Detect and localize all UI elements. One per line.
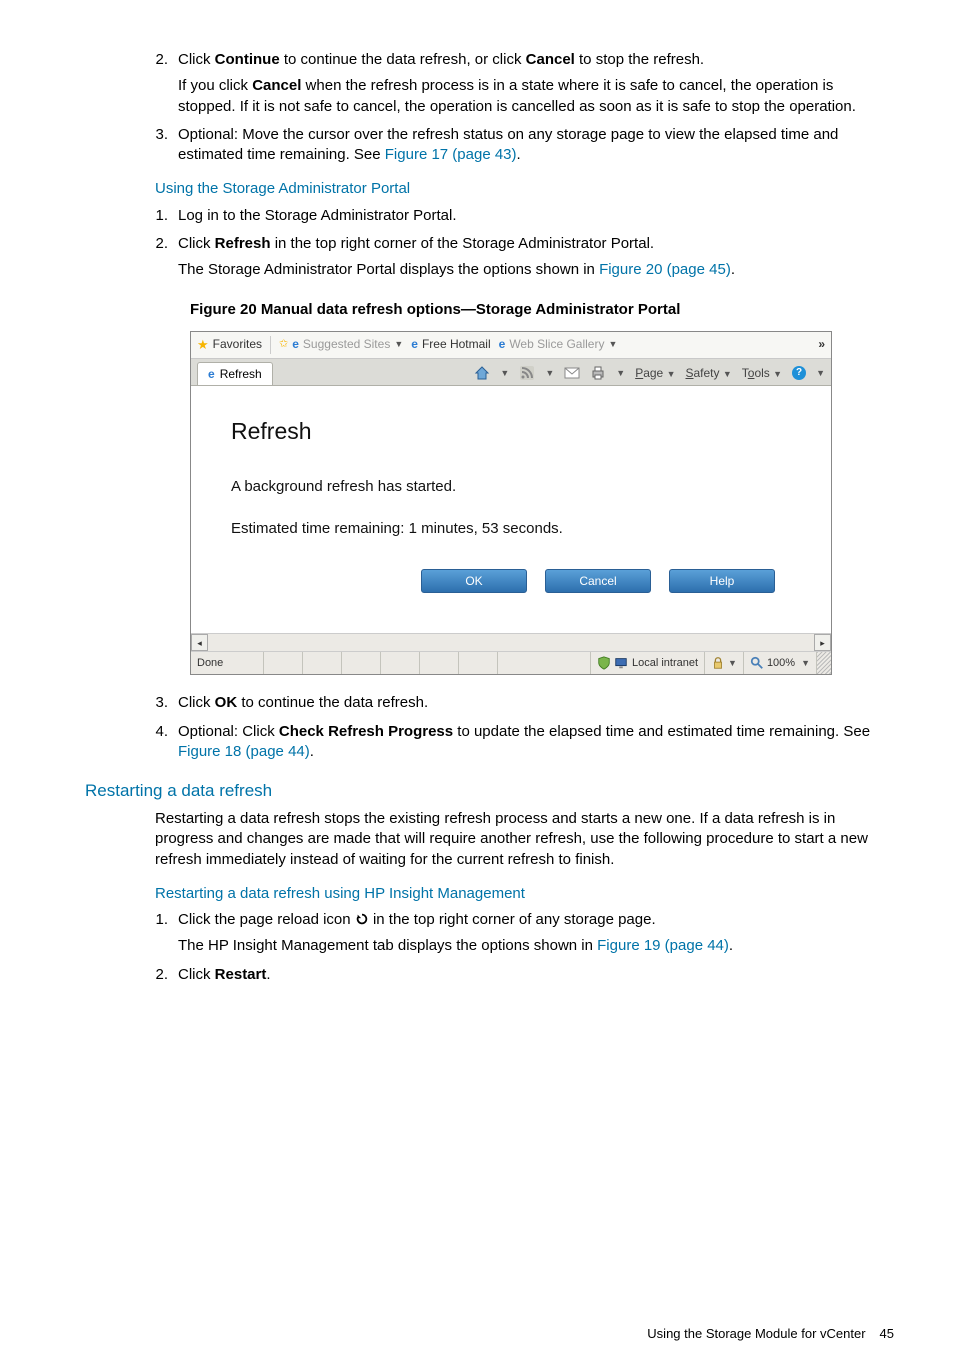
bold: Continue xyxy=(215,51,280,68)
cancel-button[interactable]: Cancel xyxy=(545,569,651,593)
ie-icon: e xyxy=(499,336,506,352)
scroll-right-icon[interactable]: ▸ xyxy=(814,634,831,651)
figure-link[interactable]: Figure 20 (page 45) xyxy=(599,261,731,278)
page-content: Refresh A background refresh has started… xyxy=(191,386,831,634)
figure-link[interactable]: Figure 19 (page 44) xyxy=(597,937,729,954)
status-bar: Done Local intranet ▼ 100% ▼ xyxy=(191,651,831,674)
figure-link[interactable]: Figure 17 (page 43) xyxy=(385,146,517,163)
step-d1-para: The HP Insight Management tab displays t… xyxy=(178,936,894,956)
bold: Cancel xyxy=(526,51,575,68)
menu-tools[interactable]: Tools ▼ xyxy=(742,365,782,381)
help-icon[interactable]: ? xyxy=(792,366,806,380)
section-heading: Restarting a data refresh xyxy=(85,780,894,803)
favorites-bar: ★ Favorites ✩ e Suggested Sites ▼ e Free… xyxy=(191,332,831,359)
section-heading: Using the Storage Administrator Portal xyxy=(155,179,894,199)
star-icon: ★ xyxy=(197,336,209,354)
mail-icon[interactable] xyxy=(564,365,580,381)
free-hotmail[interactable]: e Free Hotmail xyxy=(411,336,490,352)
resize-grip-icon[interactable] xyxy=(817,652,831,674)
menu-page[interactable]: Page ▼ xyxy=(635,365,675,381)
status-done: Done xyxy=(191,652,264,674)
ie-icon: e xyxy=(411,336,418,352)
magnifier-icon xyxy=(750,656,764,670)
section-body: Restarting a data refresh stops the exis… xyxy=(155,809,894,870)
ok-button[interactable]: OK xyxy=(421,569,527,593)
suggested-sites[interactable]: ✩ e Suggested Sites ▼ xyxy=(279,336,403,352)
monitor-icon xyxy=(614,656,628,670)
step-b2-para: The Storage Administrator Portal display… xyxy=(178,260,894,280)
help-button[interactable]: Help xyxy=(669,569,775,593)
text: to stop the refresh. xyxy=(575,51,704,68)
star-icon: ✩ xyxy=(279,337,288,352)
step-d1: 1.Click the page reload icon in the top … xyxy=(160,910,894,957)
status-line-1: A background refresh has started. xyxy=(231,477,805,497)
status-zoom[interactable]: 100% ▼ xyxy=(744,652,817,674)
feeds-icon[interactable] xyxy=(519,365,535,381)
web-slice-gallery[interactable]: e Web Slice Gallery ▼ xyxy=(499,336,618,352)
ie-icon: e xyxy=(208,366,215,382)
step-b1: 1.Log in to the Storage Administrator Po… xyxy=(160,206,894,226)
tab-toolbar: e Refresh ▼ ▼ ▼ Page ▼ Safety ▼ Tools ▼ … xyxy=(191,359,831,386)
menu-safety[interactable]: Safety ▼ xyxy=(685,365,731,381)
text: Click xyxy=(178,51,215,68)
step-3: 3.Optional: Move the cursor over the ref… xyxy=(160,125,894,166)
section-heading: Restarting a data refresh using HP Insig… xyxy=(155,884,894,904)
step-d2: 2.Click Restart. xyxy=(160,965,894,985)
text: to continue the data refresh, or click xyxy=(280,51,526,68)
status-zone: Local intranet xyxy=(591,652,705,674)
lock-icon xyxy=(711,656,725,670)
home-icon[interactable] xyxy=(474,365,490,381)
horizontal-scrollbar[interactable]: ◂ ▸ xyxy=(191,633,831,651)
figure-link[interactable]: Figure 18 (page 44) xyxy=(178,743,310,760)
tab-refresh[interactable]: e Refresh xyxy=(197,362,273,385)
ie-icon: e xyxy=(292,336,299,352)
protected-mode[interactable]: ▼ xyxy=(705,652,744,674)
step-b2: 2.Click Refresh in the top right corner … xyxy=(160,234,894,281)
shield-icon xyxy=(597,656,611,670)
page-footer: Using the Storage Module for vCenter 45 xyxy=(85,1325,894,1343)
step-c3: 3.Click OK to continue the data refresh. xyxy=(160,693,894,713)
overflow-chevron-icon[interactable]: » xyxy=(818,336,825,352)
page-heading: Refresh xyxy=(231,416,805,447)
figure-caption: Figure 20 Manual data refresh options—St… xyxy=(190,300,894,320)
text: . xyxy=(517,146,521,163)
step-2: 2.Click Continue to continue the data re… xyxy=(160,50,894,117)
footer-text: Using the Storage Module for vCenter xyxy=(647,1325,865,1343)
status-line-2: Estimated time remaining: 1 minutes, 53 … xyxy=(231,519,805,539)
reload-icon xyxy=(355,912,369,926)
step-2-para: If you click Cancel when the refresh pro… xyxy=(178,76,894,117)
print-icon[interactable] xyxy=(590,365,606,381)
favorites-label: Favorites xyxy=(213,336,262,352)
screenshot: ★ Favorites ✩ e Suggested Sites ▼ e Free… xyxy=(190,331,832,676)
scroll-left-icon[interactable]: ◂ xyxy=(191,634,208,651)
step-c4: 4.Optional: Click Check Refresh Progress… xyxy=(160,722,894,763)
page-number: 45 xyxy=(880,1325,894,1343)
